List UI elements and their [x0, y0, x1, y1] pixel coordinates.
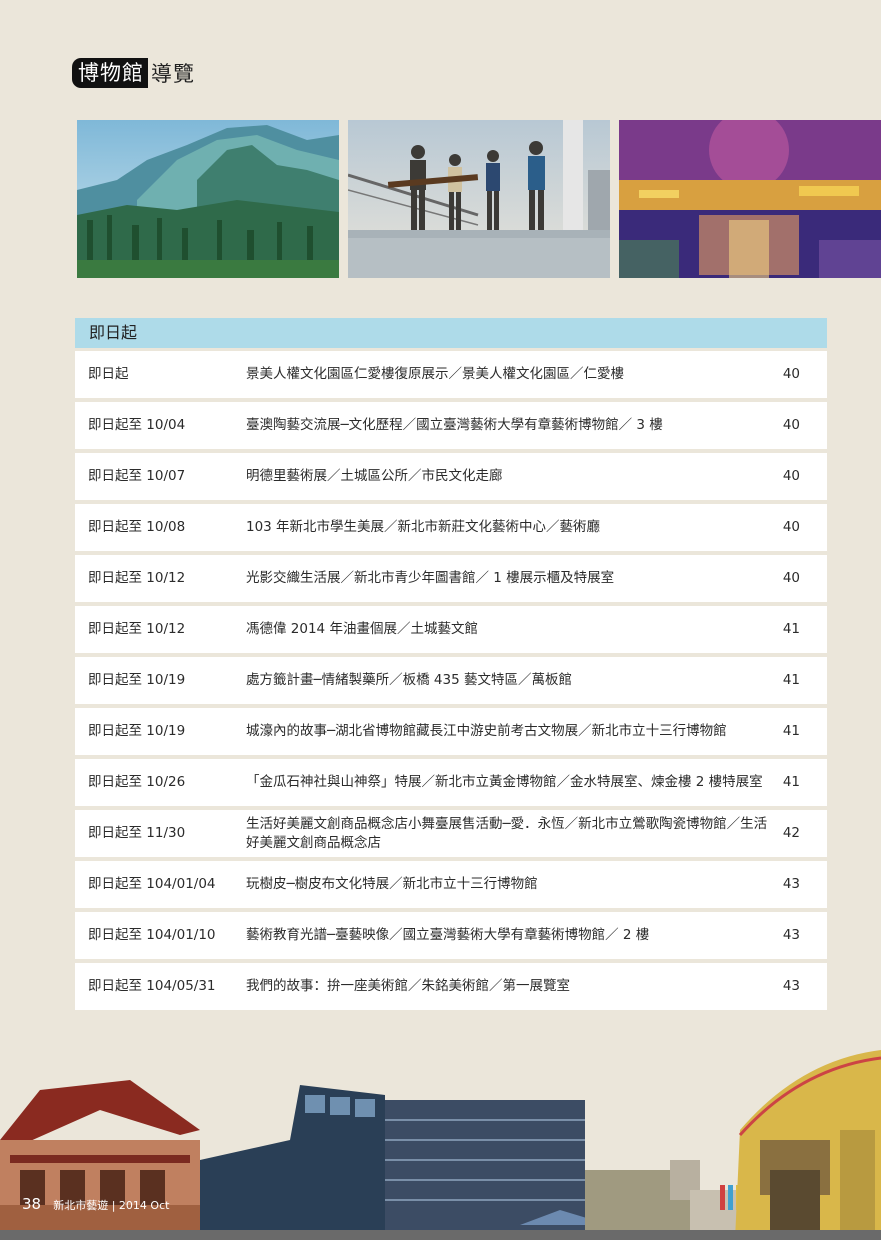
- listing-page-number: 41: [782, 723, 800, 739]
- listing-date: 即日起至 10/26: [88, 774, 186, 790]
- listing-date: 即日起至 104/01/10: [88, 927, 216, 943]
- mountain-landscape-painting-image: [77, 120, 339, 278]
- page-title: 博物館 導覽: [72, 58, 195, 88]
- impressionist-painting-image: [619, 120, 881, 278]
- listing-page-number: 40: [782, 570, 800, 586]
- listing-page-number: 40: [782, 468, 800, 484]
- listing-title-text: 明德里藝術展／土城區公所／市民文化走廊: [246, 468, 503, 484]
- listing-title: 藝術教育光譜─臺藝映像／國立臺灣藝術大學有章藝術博物館／ 2 樓: [246, 912, 776, 959]
- listing-row: 即日起至 104/05/31 我們的故事：拚一座美術館／朱銘美術館／第一展覽室 43: [75, 963, 827, 1010]
- listing-title-text: 我們的故事：拚一座美術館／朱銘美術館／第一展覽室: [246, 978, 570, 994]
- listing-date: 即日起至 10/19: [88, 672, 186, 688]
- page-footer: 38 新北市藝遊 | 2014 Oct: [22, 1195, 169, 1213]
- listing-title: 光影交織生活展／新北市青少年圖書館／ 1 樓展示櫃及特展室: [246, 555, 776, 602]
- listing-row: 即日起至 11/30 生活好美麗文創商品概念店小舞臺展售活動─愛．永恆／新北市立鶯…: [75, 810, 827, 857]
- listing-title-text: 處方籤計畫─情緒製藥所／板橋 435 藝文特區／萬板館: [246, 672, 572, 688]
- listing-title: 生活好美麗文創商品概念店小舞臺展售活動─愛．永恆／新北市立鶯歌陶瓷博物館／生活好…: [246, 810, 776, 857]
- listing-row: 即日起至 10/07 明德里藝術展／土城區公所／市民文化走廊 40: [75, 453, 827, 500]
- listing-title-text: 藝術教育光譜─臺藝映像／國立臺灣藝術大學有章藝術博物館／ 2 樓: [246, 927, 650, 943]
- listing-date: 即日起至 104/01/04: [88, 876, 216, 892]
- listing-date: 即日起至 10/12: [88, 570, 186, 586]
- listing-page-number: 42: [782, 825, 800, 841]
- listing-title: 「金瓜石神社與山神祭」特展／新北市立黃金博物館／金水特展室、煉金樓 2 樓特展室: [246, 759, 776, 806]
- listing-title-text: 城濠內的故事─湖北省博物館藏長江中游史前考古文物展／新北市立十三行博物館: [246, 723, 727, 739]
- listing-title: 景美人權文化園區仁愛樓復原展示／景美人權文化園區／仁愛樓: [246, 351, 776, 398]
- listing-title-text: 「金瓜石神社與山神祭」特展／新北市立黃金博物館／金水特展室、煉金樓 2 樓特展室: [246, 774, 763, 790]
- listing-title: 玩樹皮─樹皮布文化特展／新北市立十三行博物館: [246, 861, 776, 908]
- listing-title-text: 光影交織生活展／新北市青少年圖書館／ 1 樓展示櫃及特展室: [246, 570, 615, 586]
- listing-title-text: 景美人權文化園區仁愛樓復原展示／景美人權文化園區／仁愛樓: [246, 366, 624, 382]
- listing-row: 即日起至 10/08 103 年新北市學生美展／新北市新莊文化藝術中心／藝術廳 40: [75, 504, 827, 551]
- listing-row: 即日起至 10/12 光影交織生活展／新北市青少年圖書館／ 1 樓展示櫃及特展室 4…: [75, 555, 827, 602]
- listing-page-number: 43: [782, 876, 800, 892]
- listing-page-number: 41: [782, 774, 800, 790]
- listing-title-text: 臺澳陶藝交流展─文化歷程／國立臺灣藝術大學有章藝術博物館／ 3 樓: [246, 417, 663, 433]
- listing-date: 即日起至 10/08: [88, 519, 186, 535]
- listing-title: 處方籤計畫─情緒製藥所／板橋 435 藝文特區／萬板館: [246, 657, 776, 704]
- listing-title-text: 馮德偉 2014 年油畫個展／土城藝文館: [246, 621, 478, 637]
- listing-row: 即日起至 10/26 「金瓜石神社與山神祭」特展／新北市立黃金博物館／金水特展室、…: [75, 759, 827, 806]
- listing-row: 即日起至 10/04 臺澳陶藝交流展─文化歷程／國立臺灣藝術大學有章藝術博物館／ …: [75, 402, 827, 449]
- listing-page-number: 41: [782, 672, 800, 688]
- listing-row: 即日起至 104/01/04 玩樹皮─樹皮布文化特展／新北市立十三行博物館 43: [75, 861, 827, 908]
- listing-page-number: 43: [782, 927, 800, 943]
- page-title-rest: 導覽: [151, 62, 195, 86]
- listing-title-text: 103 年新北市學生美展／新北市新莊文化藝術中心／藝術廳: [246, 519, 601, 535]
- listing-page-number: 40: [782, 519, 800, 535]
- listing-date: 即日起至 10/07: [88, 468, 186, 484]
- musicians-performance-photo: [348, 120, 610, 278]
- listing-title: 明德里藝術展／土城區公所／市民文化走廊: [246, 453, 776, 500]
- listing-page-number: 40: [782, 366, 800, 382]
- listing-date: 即日起至 10/04: [88, 417, 186, 433]
- listing-row: 即日起至 10/12 馮德偉 2014 年油畫個展／土城藝文館 41: [75, 606, 827, 653]
- listing-page-number: 40: [782, 417, 800, 433]
- listing-date: 即日起至 10/19: [88, 723, 186, 739]
- magazine-label: 新北市藝遊 | 2014 Oct: [53, 1199, 170, 1212]
- listing-row: 即日起 景美人權文化園區仁愛樓復原展示／景美人權文化園區／仁愛樓 40: [75, 351, 827, 398]
- listing-page-number: 43: [782, 978, 800, 994]
- listing-date: 即日起至 10/12: [88, 621, 186, 637]
- listing-title: 馮德偉 2014 年油畫個展／土城藝文館: [246, 606, 776, 653]
- listing-title-text: 玩樹皮─樹皮布文化特展／新北市立十三行博物館: [246, 876, 538, 892]
- listing-date: 即日起至 11/30: [88, 825, 186, 841]
- page-title-boxed: 博物館: [72, 58, 148, 88]
- listing-table: 即日起 景美人權文化園區仁愛樓復原展示／景美人權文化園區／仁愛樓 40 即日起至 10…: [75, 351, 827, 1014]
- listing-title: 臺澳陶藝交流展─文化歷程／國立臺灣藝術大學有章藝術博物館／ 3 樓: [246, 402, 776, 449]
- page-number: 38: [22, 1195, 42, 1213]
- listing-title: 我們的故事：拚一座美術館／朱銘美術館／第一展覽室: [246, 963, 776, 1010]
- listing-title: 103 年新北市學生美展／新北市新莊文化藝術中心／藝術廳: [246, 504, 776, 551]
- listing-page-number: 41: [782, 621, 800, 637]
- listing-row: 即日起至 104/01/10 藝術教育光譜─臺藝映像／國立臺灣藝術大學有章藝術博物…: [75, 912, 827, 959]
- listing-row: 即日起至 10/19 城濠內的故事─湖北省博物館藏長江中游史前考古文物展／新北市立…: [75, 708, 827, 755]
- listing-row: 即日起至 10/19 處方籤計畫─情緒製藥所／板橋 435 藝文特區／萬板館 41: [75, 657, 827, 704]
- listing-title: 城濠內的故事─湖北省博物館藏長江中游史前考古文物展／新北市立十三行博物館: [246, 708, 776, 755]
- listing-title-text: 生活好美麗文創商品概念店小舞臺展售活動─愛．永恆／新北市立鶯歌陶瓷博物館／生活好…: [246, 815, 768, 851]
- listing-date: 即日起至 104/05/31: [88, 978, 216, 994]
- listing-date: 即日起: [88, 366, 129, 382]
- section-header: 即日起: [75, 318, 827, 348]
